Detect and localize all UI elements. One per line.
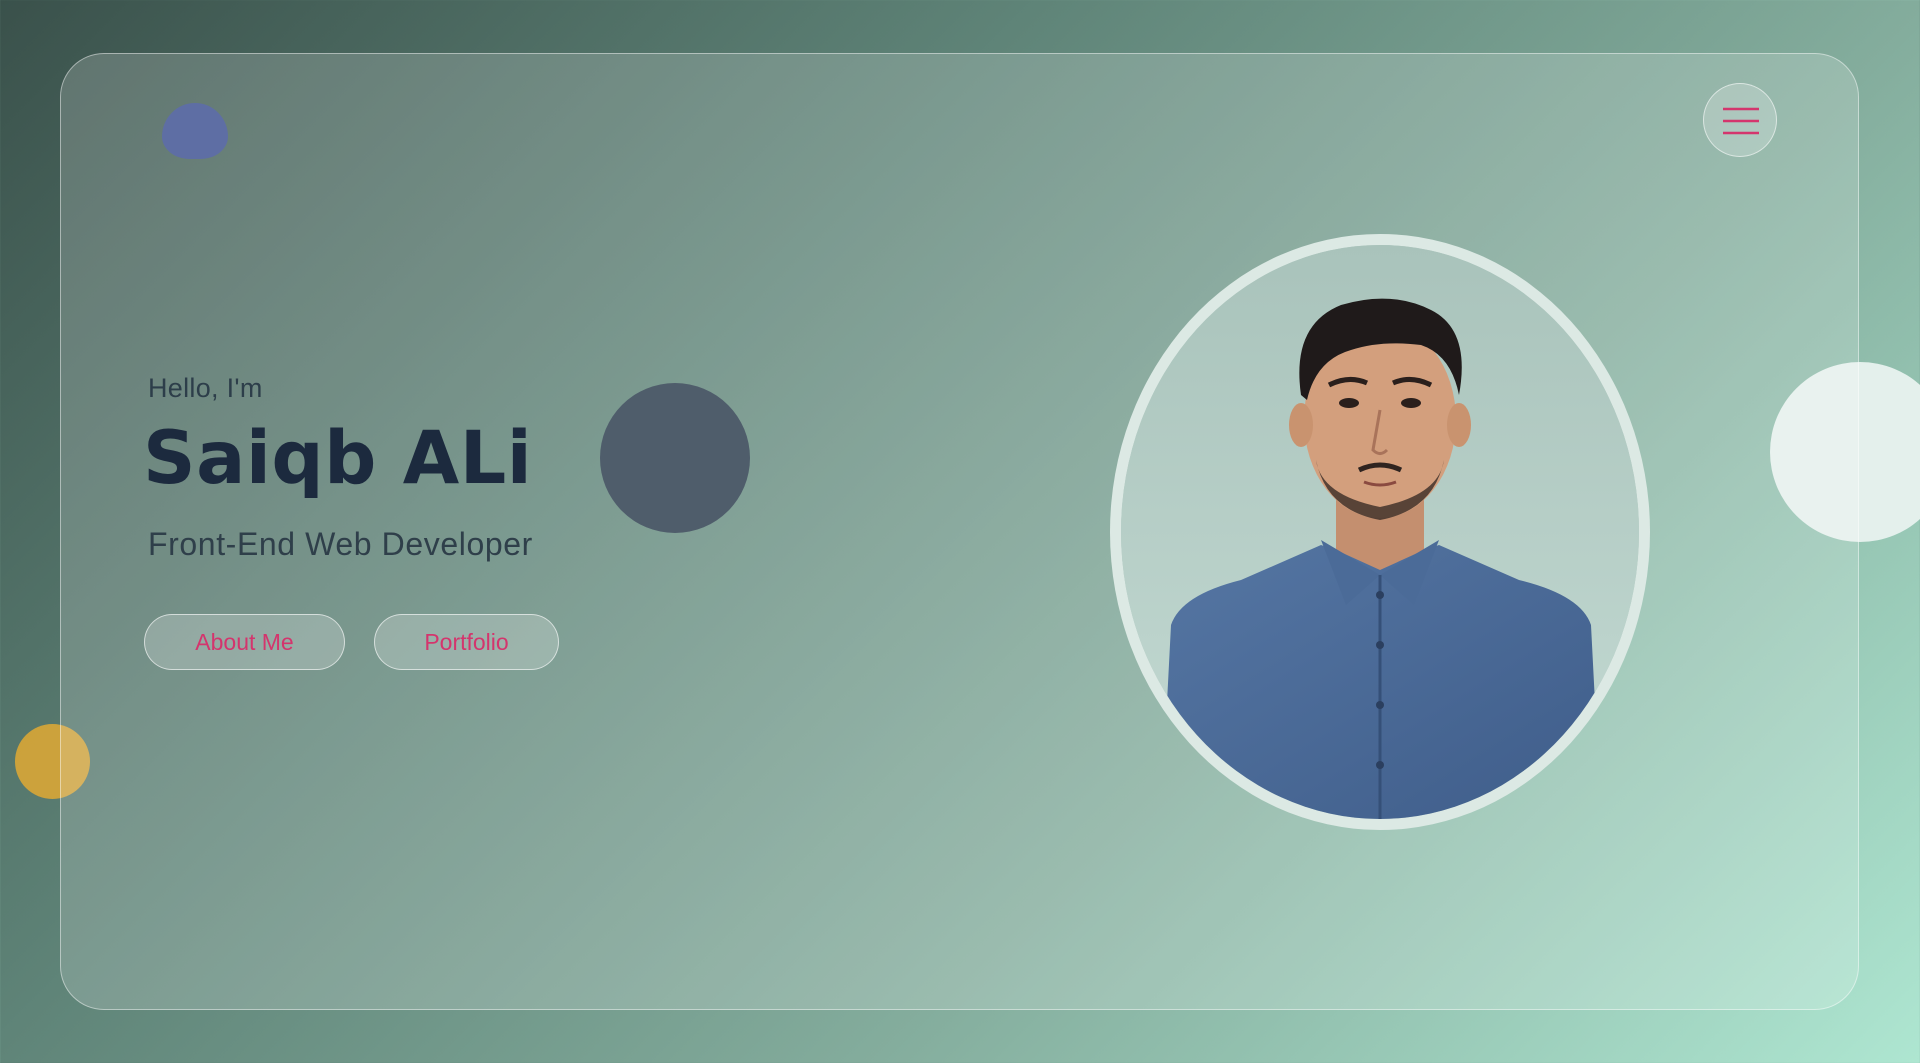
- hamburger-menu-icon: [1723, 107, 1759, 135]
- hero-role: Front-End Web Developer: [148, 526, 533, 562]
- profile-photo: [1121, 245, 1639, 819]
- about-me-button[interactable]: About Me: [144, 614, 345, 670]
- menu-button[interactable]: [1703, 83, 1777, 157]
- portrait-illustration: [1121, 245, 1639, 819]
- greeting-text: Hello, I'm: [148, 373, 263, 403]
- hero-name: Saiqb ALi: [143, 416, 533, 501]
- decorative-dark-circle: [600, 383, 750, 533]
- portfolio-button[interactable]: Portfolio: [374, 614, 559, 670]
- profile-photo-frame: [1110, 234, 1650, 830]
